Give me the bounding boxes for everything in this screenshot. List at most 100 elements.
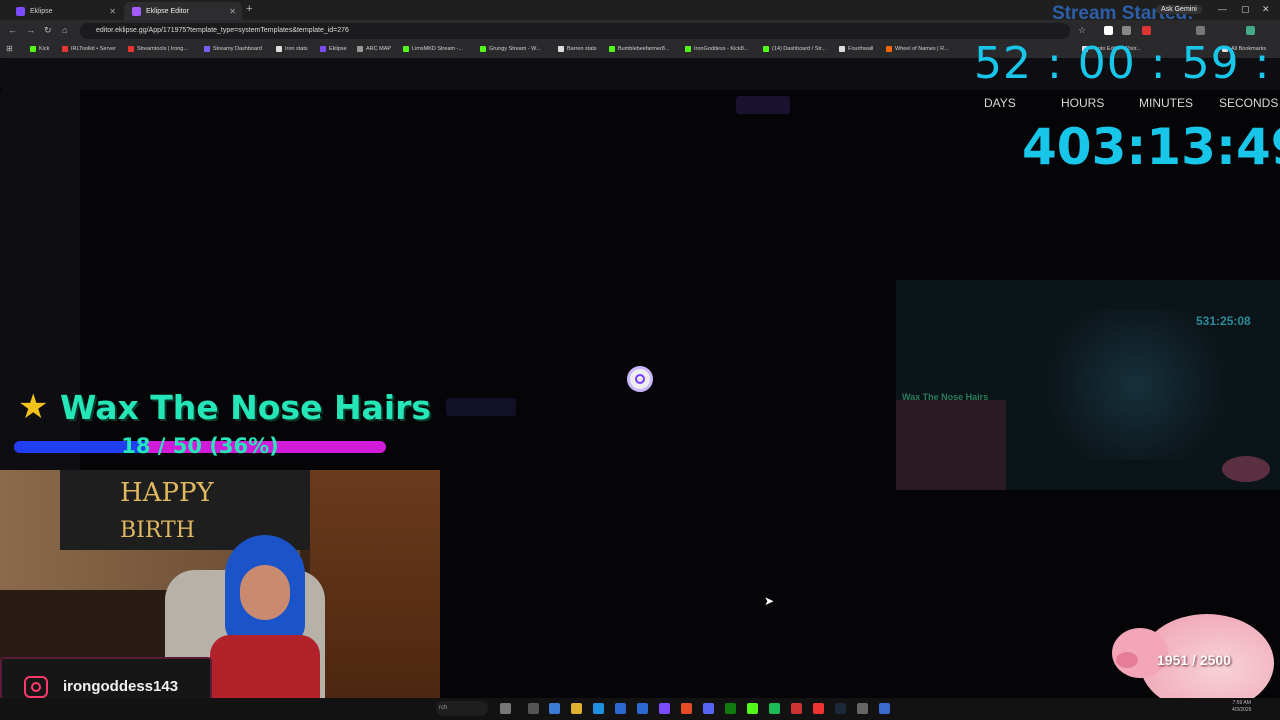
- extension-icon[interactable]: [1122, 26, 1131, 35]
- bookmark-barren-stats[interactable]: Barren stats: [558, 46, 597, 52]
- bookmark-limsmkd[interactable]: LimsMKD Stream -...: [403, 46, 463, 52]
- kick-icon: [763, 46, 769, 52]
- outlook-icon[interactable]: [637, 703, 648, 714]
- app-icon[interactable]: [879, 703, 890, 714]
- tab-label: Eklipse: [30, 7, 53, 15]
- webcam-door: [310, 470, 440, 720]
- clock-date: 4/3/2026: [1232, 707, 1252, 713]
- reload-icon[interactable]: ↻: [44, 25, 52, 36]
- edge-icon[interactable]: [593, 703, 604, 714]
- streamer-face: [240, 565, 290, 620]
- mouse-cursor-icon: ➤: [764, 594, 775, 608]
- close-tab-icon[interactable]: ✕: [229, 7, 236, 16]
- bookmark-fourthwall[interactable]: Fourthwall: [839, 46, 873, 52]
- clock-time: 7:59 AM: [1232, 700, 1251, 706]
- bookmark-favicon-icon: [62, 46, 68, 52]
- days-label: DAYS: [984, 96, 1016, 110]
- chrome-icon[interactable]: [681, 703, 692, 714]
- preview-map: [1026, 310, 1246, 460]
- stream-preview-window: 531:25:08 Wax The Nose Hairs: [896, 280, 1280, 490]
- piggy-bank-count: 1951 / 2500: [1157, 652, 1231, 668]
- settings-icon[interactable]: [857, 703, 868, 714]
- preview-goal-title: Wax The Nose Hairs: [902, 392, 989, 402]
- taskbar-widgets-icon[interactable]: [500, 703, 511, 714]
- close-window-icon[interactable]: ✕: [1262, 4, 1270, 15]
- add-button: [446, 398, 516, 416]
- bookmark-favicon-icon: [886, 46, 892, 52]
- extensions-puzzle-icon[interactable]: [1196, 26, 1205, 35]
- countdown-minutes: 59: [1181, 38, 1240, 89]
- copilot-icon[interactable]: [549, 703, 560, 714]
- loading-spinner-icon: [627, 366, 653, 392]
- bookmark-irongoddess[interactable]: IronGoddess - Kick8...: [685, 46, 748, 52]
- tab-eklipse[interactable]: Eklipse ✕: [8, 2, 122, 20]
- streamer: [210, 535, 320, 720]
- kick-icon: [30, 46, 36, 52]
- profile-avatar[interactable]: [1246, 26, 1255, 35]
- bookmark-favicon-icon: [320, 46, 326, 52]
- eklipse-favicon-icon: [16, 6, 25, 16]
- bookmark-star-icon[interactable]: ☆: [1078, 25, 1086, 36]
- bookmark-favicon-icon: [357, 46, 363, 52]
- steam-icon[interactable]: [835, 703, 846, 714]
- tab-eklipse-editor[interactable]: Eklipse Editor ✕: [124, 2, 242, 20]
- instagram-icon: [24, 676, 48, 698]
- bookmark-favicon-icon: [558, 46, 564, 52]
- bookmark-favicon-icon: [128, 46, 134, 52]
- bookmark-arc-map[interactable]: ARC MAP: [357, 46, 391, 52]
- bookmark-bumblebee[interactable]: Bumblebeefarmer8...: [609, 46, 669, 52]
- extension-icon[interactable]: [1104, 26, 1113, 35]
- minimize-icon[interactable]: —: [1218, 4, 1227, 14]
- seconds-label: SECONDS: [1219, 96, 1279, 110]
- goal-progress-text: 18 / 50 (36%): [121, 434, 279, 458]
- app-icon[interactable]: [791, 703, 802, 714]
- app-icon[interactable]: [659, 703, 670, 714]
- star-icon: ★: [18, 388, 49, 426]
- store-icon[interactable]: [615, 703, 626, 714]
- discord-icon[interactable]: [703, 703, 714, 714]
- bookmark-grungy[interactable]: Grungy Stream - W...: [480, 46, 541, 52]
- stream-uptime: 403:13:49: [1022, 118, 1280, 176]
- bookmark-kick[interactable]: Kick: [30, 46, 49, 52]
- kick-icon: [403, 46, 409, 52]
- bookmark-dashboard[interactable]: (14) Dashboard / Str...: [763, 46, 826, 52]
- kick-app-icon[interactable]: [747, 703, 758, 714]
- back-icon[interactable]: ←: [8, 25, 17, 35]
- xbox-icon[interactable]: [725, 703, 736, 714]
- maximize-icon[interactable]: ▢: [1241, 4, 1250, 15]
- preview-uptime: 531:25:08: [1196, 314, 1251, 328]
- preview-piggy: [1222, 456, 1270, 482]
- hours-label: HOURS: [1061, 96, 1105, 110]
- spotify-icon[interactable]: [769, 703, 780, 714]
- banner-text: BIRTH: [120, 518, 195, 543]
- obs-icon[interactable]: [813, 703, 824, 714]
- goal-title: Wax The Nose Hairs: [60, 388, 432, 427]
- countdown-hours: 00: [1077, 38, 1136, 89]
- bookmark-eklipse[interactable]: Eklipse: [320, 46, 347, 52]
- new-tab-button[interactable]: +: [246, 3, 252, 15]
- instagram-handle: irongoddess143: [63, 678, 179, 695]
- apps-grid-icon[interactable]: ⊞: [6, 44, 13, 53]
- taskbar-search[interactable]: rch: [436, 701, 488, 716]
- countdown-days: 52: [974, 38, 1032, 89]
- url-input[interactable]: editor.eklipse.gg/App/171975?template_ty…: [80, 23, 1070, 39]
- bookmark-irltoolkit[interactable]: IRLToolkit • Server: [62, 46, 116, 52]
- task-view-icon[interactable]: [528, 703, 539, 714]
- close-tab-icon[interactable]: ✕: [109, 7, 116, 16]
- eklipse-editor-favicon-icon: [132, 6, 141, 16]
- preview-webcam: [896, 400, 1006, 490]
- home-icon[interactable]: ⌂: [62, 25, 67, 35]
- forward-icon[interactable]: →: [26, 25, 35, 35]
- taskbar-clock[interactable]: 7:59 AM 4/3/2026: [1232, 700, 1251, 714]
- bookmark-favicon-icon: [204, 46, 210, 52]
- file-explorer-icon[interactable]: [571, 703, 582, 714]
- ask-gemini-button[interactable]: Ask Gemini: [1156, 5, 1202, 14]
- extension-icon[interactable]: [1142, 26, 1151, 35]
- bookmark-streamy[interactable]: Streamy Dashboard: [204, 46, 262, 52]
- bookmark-streamtools[interactable]: Streamtools | Irong...: [128, 46, 188, 52]
- bookmark-iron-stats[interactable]: Iron stats: [276, 46, 308, 52]
- tab-label: Eklipse Editor: [146, 7, 189, 15]
- kick-icon: [609, 46, 615, 52]
- countdown-timer: 52 : 00 : 59 : 18: [974, 38, 1271, 89]
- bookmark-wheel-of-names[interactable]: Wheel of Names | R...: [886, 46, 949, 52]
